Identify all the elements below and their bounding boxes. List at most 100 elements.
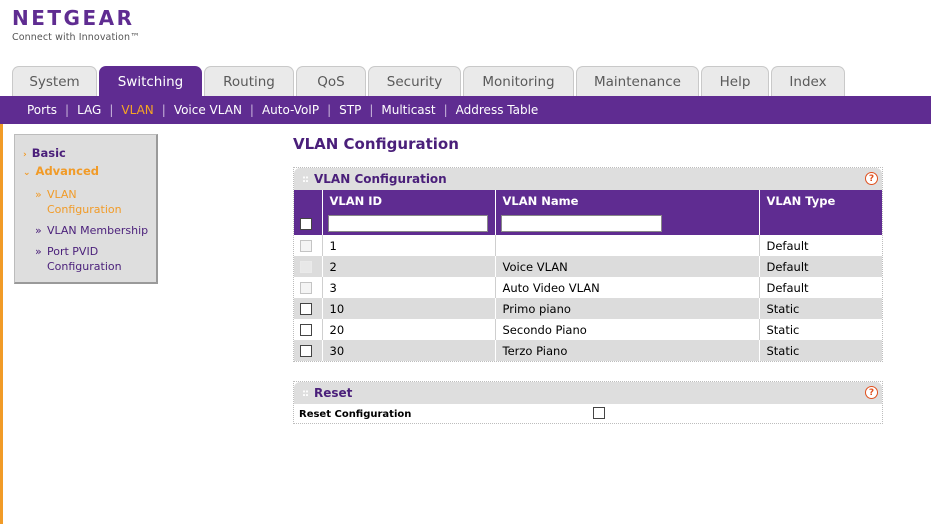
panel-title: Reset	[314, 386, 353, 400]
accent-edge	[0, 124, 3, 524]
tab-qos[interactable]: QoS	[296, 66, 366, 96]
subnav-vlan[interactable]: VLAN	[121, 103, 153, 117]
page-title: VLAN Configuration	[293, 135, 459, 153]
help-icon[interactable]: ?	[865, 172, 878, 185]
select-cell	[294, 277, 323, 298]
tab-routing[interactable]: Routing	[204, 66, 294, 96]
column-header-vlan-name: VLAN Name	[495, 190, 760, 211]
column-header-vlan-type: VLAN Type	[759, 190, 882, 211]
vlan-type-cell: Default	[759, 277, 882, 298]
column-header-select	[294, 190, 323, 211]
tab-system[interactable]: System	[12, 66, 97, 96]
menu-vlan-membership[interactable]: » VLAN Membership	[35, 223, 155, 238]
panel-header: :: VLAN Configuration ?	[294, 168, 882, 190]
table-row: 1 Default	[294, 235, 882, 256]
grip-icon: ::	[302, 173, 309, 185]
vlan-table: VLAN ID VLAN Name VLAN Type 1 Default 2 …	[294, 190, 882, 361]
vlan-id-cell: 20	[322, 319, 496, 340]
subnav-multicast[interactable]: Multicast	[381, 103, 435, 117]
vlan-id-cell	[322, 211, 496, 235]
vlan-id-cell: 30	[322, 340, 496, 361]
select-cell	[294, 256, 323, 277]
row-checkbox[interactable]	[300, 324, 312, 336]
subnav-divider: |	[65, 103, 70, 117]
select-cell	[294, 235, 323, 256]
vlan-name-cell: Terzo Piano	[495, 340, 760, 361]
vlan-name-cell: Primo piano	[495, 298, 760, 319]
row-checkbox[interactable]	[300, 303, 312, 315]
subnav-divider: |	[161, 103, 166, 117]
logo-wordmark: NETGEAR	[12, 6, 135, 30]
select-all-checkbox[interactable]	[300, 217, 312, 230]
subnav-stp[interactable]: STP	[339, 103, 361, 117]
tab-help[interactable]: Help	[701, 66, 769, 96]
column-header-vlan-id: VLAN ID	[322, 190, 496, 211]
table-row: 2 Voice VLAN Default	[294, 256, 882, 277]
vlan-type-cell: Static	[759, 298, 882, 319]
sub-navigation: Ports | LAG | VLAN | Voice VLAN | Auto-V…	[0, 96, 931, 124]
vlan-type-cell: Static	[759, 340, 882, 361]
menu-port-pvid-configuration[interactable]: » Port PVID Configuration	[35, 244, 145, 274]
subnav-auto-voip[interactable]: Auto-VoIP	[262, 103, 319, 117]
vlan-type-cell: Default	[759, 256, 882, 277]
vlan-id-input[interactable]	[327, 214, 488, 232]
panel-title: VLAN Configuration	[314, 172, 447, 186]
reset-row: Reset Configuration	[294, 404, 882, 424]
row-checkbox[interactable]	[300, 345, 312, 357]
subnav-lag[interactable]: LAG	[77, 103, 101, 117]
double-chevron-icon: »	[35, 224, 42, 237]
table-row: 3 Auto Video VLAN Default	[294, 277, 882, 298]
panel-header: :: Reset ?	[294, 382, 882, 404]
menu-vlan-configuration[interactable]: » VLAN Configuration	[35, 187, 145, 217]
double-chevron-icon: »	[35, 245, 42, 258]
new-vlan-row	[294, 211, 882, 235]
subnav-divider: |	[109, 103, 114, 117]
subnav-divider: |	[443, 103, 448, 117]
vlan-name-cell: Voice VLAN	[495, 256, 760, 277]
tab-index[interactable]: Index	[771, 66, 845, 96]
subnav-divider: |	[249, 103, 254, 117]
tab-maintenance[interactable]: Maintenance	[576, 66, 699, 96]
vlan-name-cell	[495, 211, 760, 235]
vlan-type-cell: Static	[759, 319, 882, 340]
menu-basic-label: Basic	[31, 146, 66, 160]
subnav-voice-vlan[interactable]: Voice VLAN	[174, 103, 242, 117]
reset-configuration-label: Reset Configuration	[299, 409, 412, 420]
menu-item-label: VLAN Configuration	[47, 188, 122, 216]
help-icon[interactable]: ?	[865, 386, 878, 399]
grip-icon: ::	[302, 387, 309, 399]
vlan-configuration-panel: :: VLAN Configuration ? VLAN ID VLAN Nam…	[293, 167, 883, 362]
tab-switching[interactable]: Switching	[99, 66, 202, 96]
vlan-name-cell: Secondo Piano	[495, 319, 760, 340]
reset-configuration-checkbox[interactable]	[593, 407, 605, 419]
subnav-divider: |	[369, 103, 374, 117]
vlan-type-cell: Default	[759, 235, 882, 256]
main-tabs: System Switching Routing QoS Security Mo…	[12, 66, 847, 96]
select-cell	[294, 340, 323, 361]
left-menu: › Basic ⌄ Advanced » VLAN Configuration » …	[14, 134, 158, 284]
double-chevron-icon: »	[35, 188, 42, 201]
reset-panel: :: Reset ? Reset Configuration	[293, 381, 883, 424]
row-checkbox	[300, 282, 312, 294]
subnav-address-table[interactable]: Address Table	[456, 103, 539, 117]
tab-security[interactable]: Security	[368, 66, 461, 96]
vlan-type-cell	[759, 211, 882, 235]
row-checkbox	[300, 261, 312, 273]
menu-advanced[interactable]: ⌄ Advanced	[23, 164, 99, 178]
vlan-id-cell: 1	[322, 235, 496, 256]
table-header-row: VLAN ID VLAN Name VLAN Type	[294, 190, 882, 211]
menu-item-label: Port PVID Configuration	[47, 245, 122, 273]
vlan-id-cell: 2	[322, 256, 496, 277]
menu-basic[interactable]: › Basic	[23, 146, 66, 160]
subnav-ports[interactable]: Ports	[27, 103, 57, 117]
table-row: 30 Terzo Piano Static	[294, 340, 882, 361]
menu-item-label: VLAN Membership	[47, 224, 149, 237]
table-row: 10 Primo piano Static	[294, 298, 882, 319]
chevron-right-icon: ›	[23, 150, 27, 160]
row-checkbox	[300, 240, 312, 252]
select-cell	[294, 319, 323, 340]
vlan-id-cell: 10	[322, 298, 496, 319]
vlan-name-input[interactable]	[500, 214, 662, 232]
tab-monitoring[interactable]: Monitoring	[463, 66, 574, 96]
logo-tagline: Connect with Innovation™	[12, 32, 140, 43]
